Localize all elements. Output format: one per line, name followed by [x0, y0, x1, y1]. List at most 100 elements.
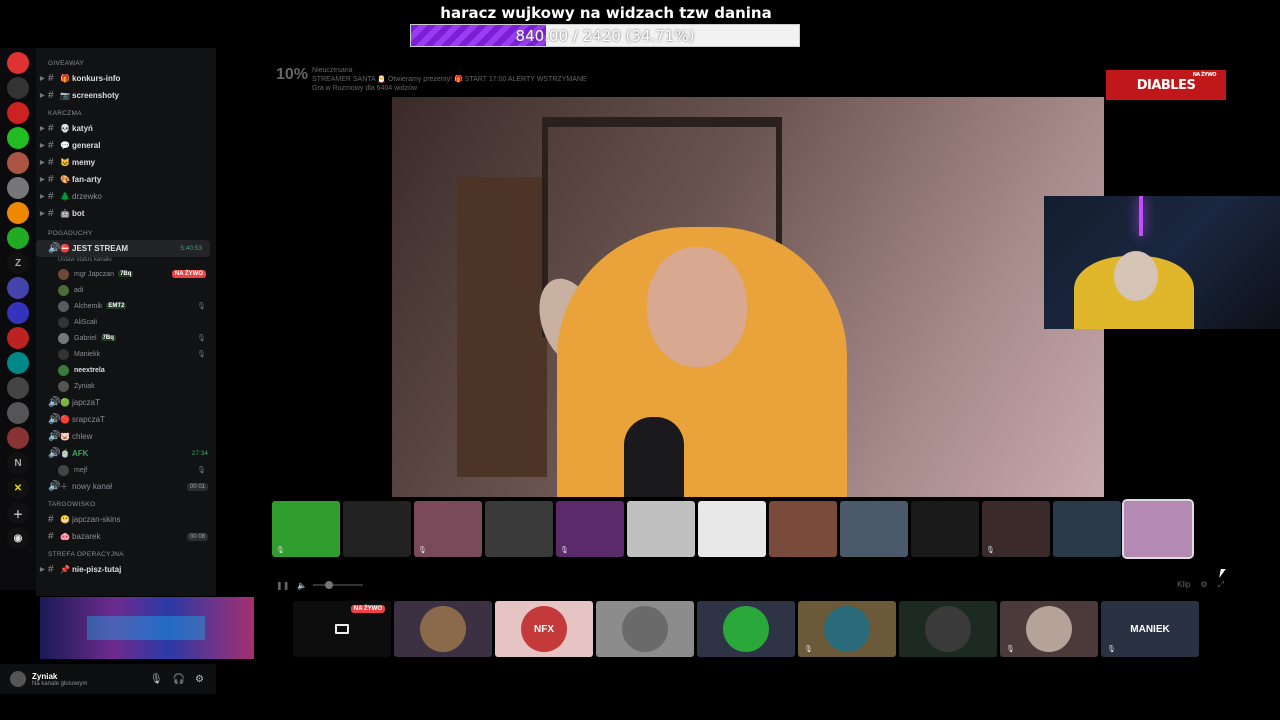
- brand-logo: DIABLES NA ŻYWO: [1106, 70, 1226, 100]
- speaker-icon: 🔊: [48, 243, 61, 254]
- channel-item[interactable]: ▶ # 💬 general: [36, 137, 216, 154]
- muted-mic-icon: 🎙: [197, 303, 206, 310]
- participant-tile[interactable]: [394, 601, 492, 657]
- participant-thumbnail[interactable]: [1122, 499, 1194, 559]
- voice-user[interactable]: Maniekk 🎙: [36, 346, 216, 362]
- channel-item[interactable]: ▶ # 🎨 fan-arty: [36, 171, 216, 188]
- server-icon[interactable]: ✕: [7, 477, 29, 499]
- voice-channel[interactable]: 🔊 🟢 japczaT: [36, 394, 216, 411]
- participant-tile[interactable]: [697, 601, 795, 657]
- participant-thumbnail[interactable]: 🎙: [414, 501, 482, 557]
- gear-icon[interactable]: ⚙: [1200, 580, 1207, 590]
- server-icon[interactable]: [7, 127, 29, 149]
- main-video-stream[interactable]: [392, 97, 1104, 497]
- avatar: [58, 284, 69, 296]
- participant-tile[interactable]: [596, 601, 694, 657]
- server-icon[interactable]: [7, 402, 29, 424]
- participant-tile[interactable]: 🎙: [798, 601, 896, 657]
- pause-icon[interactable]: ❚❚: [276, 581, 289, 590]
- participant-tile[interactable]: NA ŻYWO: [293, 601, 391, 657]
- gear-icon[interactable]: ⚙: [195, 674, 204, 685]
- fullscreen-icon[interactable]: ⤢: [1218, 580, 1224, 590]
- voice-user[interactable]: neextrela: [36, 362, 216, 378]
- participant-tile[interactable]: [899, 601, 997, 657]
- channel-item[interactable]: # 🐽 bazarek 00 08: [36, 528, 216, 545]
- server-icon[interactable]: [7, 427, 29, 449]
- volume-icon[interactable]: 🔈: [297, 581, 307, 590]
- voice-channel[interactable]: 🔊 🐷 chlew: [36, 428, 216, 445]
- server-icon[interactable]: Z: [7, 252, 29, 274]
- participant-thumbnail[interactable]: 🎙: [982, 501, 1050, 557]
- voice-user[interactable]: mejf 🎙: [36, 462, 216, 478]
- server-icon[interactable]: [7, 77, 29, 99]
- server-icon[interactable]: [7, 352, 29, 374]
- participant-thumbnail[interactable]: [769, 501, 837, 557]
- participant-thumbnail[interactable]: [627, 501, 695, 557]
- discover-icon[interactable]: ◉: [7, 527, 29, 549]
- category-header[interactable]: TARGOWISKO: [36, 499, 216, 511]
- channel-item[interactable]: ▶ # 🐱 memy: [36, 154, 216, 171]
- channel-item[interactable]: # 😬 japczan-skins: [36, 511, 216, 528]
- channel-item[interactable]: ▶ # 🌲 drzewko: [36, 188, 216, 205]
- avatar: [58, 300, 69, 312]
- participant-tile[interactable]: MANIEK 🎙: [1101, 601, 1199, 657]
- channel-item[interactable]: ▶ # 📌 nie-pisz-tutaj: [36, 561, 216, 578]
- category-header[interactable]: KARCZMA: [36, 108, 216, 120]
- participant-thumbnail[interactable]: [911, 501, 979, 557]
- voice-user[interactable]: adi: [36, 282, 216, 298]
- participant-thumbnail[interactable]: [485, 501, 553, 557]
- server-icon[interactable]: [7, 377, 29, 399]
- participant-thumbnail[interactable]: [698, 501, 766, 557]
- muted-mic-icon: 🎙: [197, 467, 206, 474]
- voice-user[interactable]: Gabriel 7Bq 🎙: [36, 330, 216, 346]
- voice-channel[interactable]: 🔊 🍵 AFK 27:34: [36, 445, 216, 462]
- speaker-icon: 🔊: [48, 481, 61, 492]
- speaker-icon: 🔊: [48, 414, 61, 425]
- server-icon[interactable]: [7, 277, 29, 299]
- participant-tile[interactable]: 🎙: [1000, 601, 1098, 657]
- voice-channel[interactable]: 🔊 ＋ nowy kanał 00 01: [36, 478, 216, 495]
- volume-slider[interactable]: [313, 581, 364, 589]
- channel-item[interactable]: ▶ # 🎁 konkurs-info: [36, 70, 216, 87]
- voice-channel-active[interactable]: 🔊 ⛔ JEST STREAM 5:40:53: [36, 240, 210, 257]
- server-icon[interactable]: [7, 327, 29, 349]
- headphones-icon[interactable]: 🎧: [173, 674, 185, 685]
- participant-thumbnail[interactable]: 🎙: [272, 501, 340, 557]
- muted-mic-icon: 🎙: [197, 335, 206, 342]
- avatar: [58, 364, 69, 376]
- voice-channel[interactable]: 🔊 🔴 srapczaT: [36, 411, 216, 428]
- category-header[interactable]: GIVEAWAY: [36, 58, 216, 70]
- voice-user[interactable]: Zyniak: [36, 378, 216, 394]
- server-icon[interactable]: [7, 52, 29, 74]
- server-icon[interactable]: [7, 202, 29, 224]
- participant-thumbnail[interactable]: 🎙: [556, 501, 624, 557]
- channel-status[interactable]: Ustaw status kanału: [36, 257, 216, 266]
- voice-user[interactable]: Alchemik EMT2 🎙: [36, 298, 216, 314]
- add-server-icon[interactable]: ＋: [7, 502, 29, 524]
- server-icon[interactable]: [7, 102, 29, 124]
- channel-item[interactable]: ▶ # 💀 katyń: [36, 120, 216, 137]
- channel-item[interactable]: ▶ # 🤖 bot: [36, 205, 216, 222]
- channel-item[interactable]: ▶ # 📷 screenshoty: [36, 87, 216, 104]
- mic-icon[interactable]: 🎙: [150, 674, 163, 685]
- clip-button[interactable]: Klip: [1177, 580, 1190, 590]
- avatar[interactable]: [10, 671, 26, 687]
- participant-tile[interactable]: NFX: [495, 601, 593, 657]
- voice-user[interactable]: mgr Japczan 7Bq NA ŻYWO: [36, 266, 216, 282]
- voice-user[interactable]: AliScali: [36, 314, 216, 330]
- server-icon[interactable]: [7, 177, 29, 199]
- server-icon[interactable]: N: [7, 452, 29, 474]
- screen-share-icon: [335, 624, 349, 634]
- category-header[interactable]: STREFA OPERACYJNA: [36, 549, 216, 561]
- participant-thumbnail[interactable]: [343, 501, 411, 557]
- user-status: Na kanale głosowym: [32, 680, 88, 687]
- server-icon[interactable]: [7, 227, 29, 249]
- participant-thumbnail[interactable]: [840, 501, 908, 557]
- category-header[interactable]: POGADUCHY: [36, 228, 216, 240]
- server-icon[interactable]: [7, 302, 29, 324]
- participant-thumbnail[interactable]: [1053, 501, 1121, 557]
- muted-mic-icon: 🎙: [560, 547, 569, 554]
- server-icon[interactable]: [7, 152, 29, 174]
- avatar: [58, 380, 69, 392]
- user-name: Zyniak: [32, 671, 58, 681]
